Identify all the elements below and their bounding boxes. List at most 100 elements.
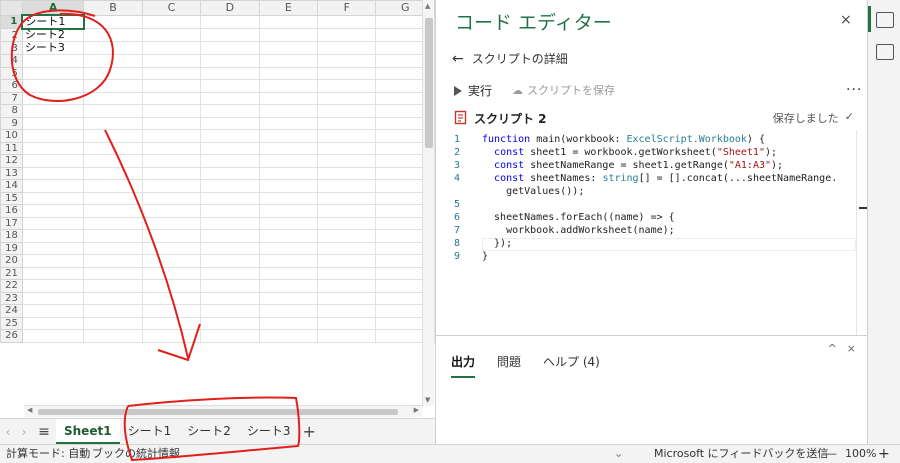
cell-c7[interactable] (141, 91, 202, 105)
cell-e26[interactable] (258, 329, 319, 343)
select-all-corner[interactable] (0, 0, 23, 16)
sheet-tab[interactable]: Sheet1 (56, 418, 120, 445)
cell-d23[interactable] (200, 291, 260, 305)
vertical-scrollbar[interactable]: ▲ ▼ (422, 0, 434, 406)
cell-f18[interactable] (317, 229, 377, 243)
cell-f9[interactable] (317, 116, 377, 130)
cell-a1[interactable]: シート1 (21, 14, 85, 30)
cell-c25[interactable] (141, 316, 202, 330)
row-header[interactable]: 15 (0, 191, 23, 205)
zoom-in-button[interactable]: + (878, 445, 890, 463)
row-header[interactable]: 8 (0, 104, 23, 118)
cell-a7[interactable] (21, 91, 85, 105)
code-editor-icon[interactable] (876, 12, 894, 28)
cell-c20[interactable] (141, 254, 202, 268)
cell-c10[interactable] (141, 129, 202, 143)
cell-e6[interactable] (258, 79, 319, 93)
scroll-right-icon[interactable]: ▶ (414, 406, 419, 414)
code-line[interactable]: sheetNames.forEach((name) => { (482, 212, 675, 223)
cell-b18[interactable] (83, 229, 143, 243)
cell-a15[interactable] (21, 191, 85, 205)
cell-c5[interactable] (141, 66, 202, 80)
cell-b13[interactable] (83, 166, 143, 180)
cell-d19[interactable] (200, 241, 260, 255)
calc-mode[interactable]: 計算モード: 自動 (6, 445, 90, 463)
cell-b4[interactable] (83, 54, 143, 68)
cell-b16[interactable] (83, 204, 143, 218)
code-line[interactable]: getValues()); (482, 186, 584, 197)
cell-e12[interactable] (258, 154, 319, 168)
row-header[interactable]: 12 (0, 154, 23, 168)
row-header[interactable]: 22 (0, 279, 23, 293)
cell-b10[interactable] (83, 129, 143, 143)
cell-f3[interactable] (317, 41, 377, 55)
row-header[interactable]: 6 (0, 79, 23, 93)
collapse-panel-icon[interactable]: ^ (828, 342, 837, 355)
column-header-b[interactable]: B (83, 0, 143, 16)
cell-b8[interactable] (83, 104, 143, 118)
script-details-back-link[interactable]: ← スクリプトの詳細 (452, 50, 568, 67)
cell-a14[interactable] (21, 179, 85, 193)
chevron-right-icon[interactable]: › (16, 425, 32, 439)
cell-a26[interactable] (21, 329, 85, 343)
cell-a20[interactable] (21, 254, 85, 268)
cell-c19[interactable] (141, 241, 202, 255)
cell-d25[interactable] (200, 316, 260, 330)
row-header[interactable]: 5 (0, 66, 23, 80)
cell-a24[interactable] (21, 304, 85, 318)
scroll-left-icon[interactable]: ◀ (27, 406, 32, 414)
cell-e24[interactable] (258, 304, 319, 318)
cell-f17[interactable] (317, 216, 377, 230)
cell-e1[interactable] (258, 14, 319, 29)
cell-table[interactable]: ABCDEFG 1 シート1 2 シート2 3 シート3 4 5 6 7 8 9 10 11 12 13 14 1… (0, 0, 435, 343)
cell-d1[interactable] (200, 14, 260, 29)
cell-f25[interactable] (317, 316, 377, 330)
sheet-tab[interactable]: シート1 (120, 419, 180, 445)
cell-a17[interactable] (21, 216, 85, 230)
cell-c15[interactable] (141, 191, 202, 205)
tab-output[interactable]: 出力 (451, 353, 476, 378)
code-line[interactable]: }); (482, 238, 512, 249)
cell-b17[interactable] (83, 216, 143, 230)
cell-f6[interactable] (317, 79, 377, 93)
scroll-thumb[interactable] (425, 18, 433, 148)
row-header[interactable]: 26 (0, 329, 23, 343)
cell-c8[interactable] (141, 104, 202, 118)
cell-a22[interactable] (21, 279, 85, 293)
row-header[interactable]: 11 (0, 141, 23, 155)
zoom-level[interactable]: 100% (845, 445, 876, 463)
cell-c4[interactable] (141, 54, 202, 68)
cell-e13[interactable] (258, 166, 319, 180)
cell-b6[interactable] (83, 79, 143, 93)
tab-help[interactable]: ヘルプ (4) (543, 353, 600, 378)
column-header-d[interactable]: D (200, 0, 260, 16)
cell-c3[interactable] (141, 41, 202, 55)
cell-a4[interactable] (21, 54, 85, 68)
cell-f8[interactable] (317, 104, 377, 118)
cell-e9[interactable] (258, 116, 319, 130)
cell-f22[interactable] (317, 279, 377, 293)
cell-c2[interactable] (141, 28, 202, 42)
column-header-c[interactable]: C (141, 0, 202, 16)
cell-d7[interactable] (200, 91, 260, 105)
cell-a6[interactable] (21, 79, 85, 93)
row-header[interactable]: 16 (0, 204, 23, 218)
row-header[interactable]: 18 (0, 229, 23, 243)
close-pane-button[interactable]: × (840, 12, 852, 28)
cell-a16[interactable] (21, 204, 85, 218)
row-header[interactable]: 7 (0, 91, 23, 105)
cell-a9[interactable] (21, 116, 85, 130)
row-header[interactable]: 17 (0, 216, 23, 230)
cell-b5[interactable] (83, 66, 143, 80)
cell-d16[interactable] (200, 204, 260, 218)
cell-b15[interactable] (83, 191, 143, 205)
code-editor[interactable]: 1 function main(workbook: ExcelScript.Wor… (436, 130, 856, 335)
cell-f19[interactable] (317, 241, 377, 255)
row-header[interactable]: 21 (0, 266, 23, 280)
column-header-f[interactable]: F (317, 0, 377, 16)
run-button[interactable]: 実行 (454, 82, 492, 99)
cell-e2[interactable] (258, 28, 319, 42)
scroll-down-icon[interactable]: ▼ (425, 396, 430, 404)
cell-e5[interactable] (258, 66, 319, 80)
horizontal-scrollbar[interactable]: ◀ ▶ (24, 405, 422, 417)
